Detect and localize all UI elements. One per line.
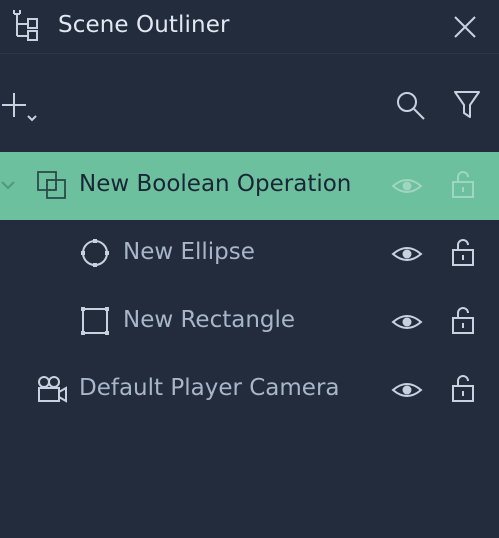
search-icon[interactable]: [394, 89, 428, 123]
outliner-item-label: New Rectangle: [123, 307, 296, 333]
add-plus-icon[interactable]: [0, 89, 44, 133]
close-icon[interactable]: [450, 12, 480, 42]
unlock-icon[interactable]: [451, 170, 475, 200]
unlock-icon[interactable]: [451, 306, 475, 336]
outliner-item-boolean-operation[interactable]: New Boolean Operation: [0, 152, 499, 220]
outliner-item-label: New Boolean Operation: [79, 171, 352, 197]
outliner-item-rectangle[interactable]: New Rectangle: [0, 288, 499, 356]
visibility-eye-icon[interactable]: [391, 378, 423, 402]
ellipse-icon: [79, 237, 111, 269]
boolean-operation-icon: [36, 169, 68, 201]
chevron-down-icon[interactable]: [0, 178, 16, 192]
outliner-item-label: Default Player Camera: [79, 375, 340, 401]
filter-icon[interactable]: [452, 88, 482, 122]
visibility-eye-icon[interactable]: [391, 310, 423, 334]
panel-header: Scene Outliner: [0, 0, 499, 54]
visibility-eye-icon[interactable]: [391, 174, 423, 198]
camera-icon: [36, 373, 68, 405]
outliner-item-ellipse[interactable]: New Ellipse: [0, 220, 499, 288]
unlock-icon[interactable]: [451, 374, 475, 404]
outliner-toolbar: [0, 55, 499, 151]
unlock-icon[interactable]: [451, 238, 475, 268]
rectangle-icon: [79, 305, 111, 337]
visibility-eye-icon[interactable]: [391, 242, 423, 266]
outliner-item-camera[interactable]: Default Player Camera: [0, 356, 499, 424]
outliner-item-label: New Ellipse: [123, 239, 255, 265]
panel-title: Scene Outliner: [58, 12, 230, 38]
outliner-tree-icon: [10, 10, 40, 42]
